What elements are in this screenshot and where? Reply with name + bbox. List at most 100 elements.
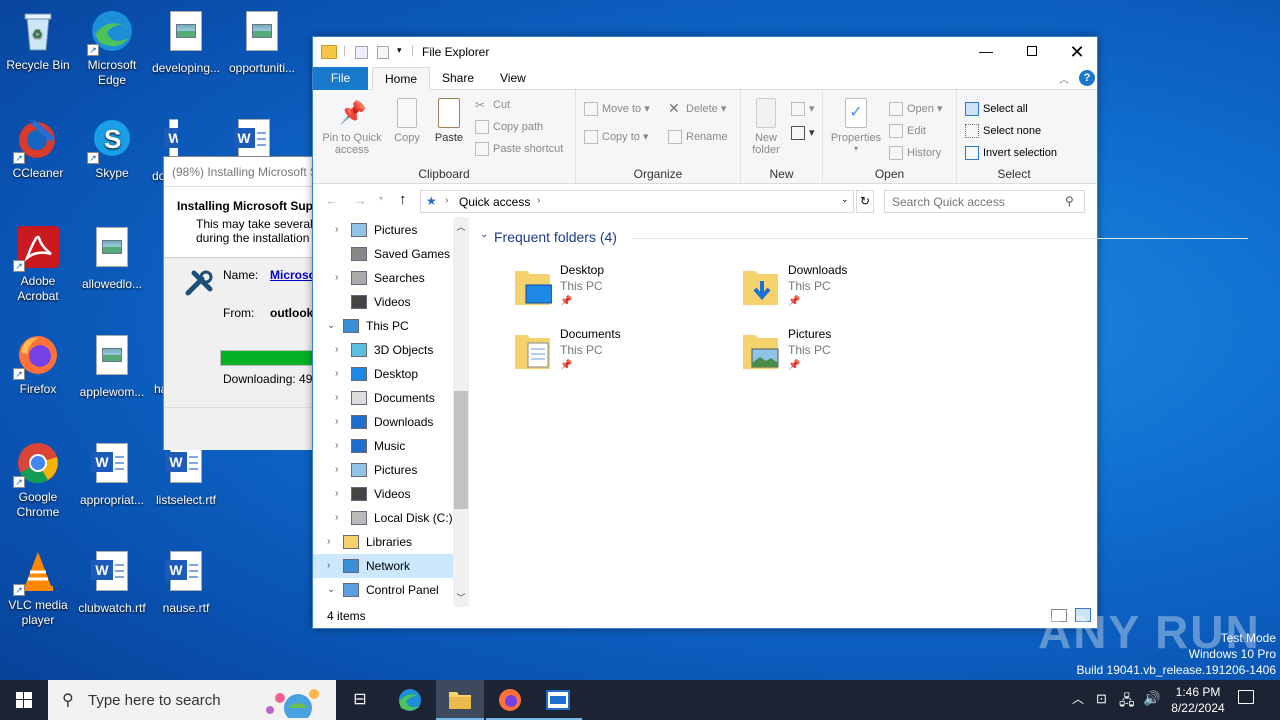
collapsed-chevron-icon[interactable]: › <box>335 386 338 410</box>
search-input[interactable] <box>892 192 1062 212</box>
nav-item-videos[interactable]: › Videos <box>313 482 453 506</box>
new-folder-qa-icon[interactable] <box>377 46 389 59</box>
nav-item-downloads[interactable]: › Downloads <box>313 410 453 434</box>
nav-item-pictures[interactable]: › Pictures <box>313 458 453 482</box>
copy-button[interactable]: Copy <box>391 98 423 144</box>
clock[interactable]: 1:46 PM 8/22/2024 <box>1160 684 1236 716</box>
back-button[interactable]: ← <box>325 192 339 208</box>
taskbar-search[interactable]: ⚲ Type here to search <box>48 680 336 720</box>
navigation-pane[interactable]: › Pictures Saved Games › Searches Videos ⌄ This… <box>313 217 473 607</box>
desktop-icon-ccleaner[interactable]: ↗ CCleaner <box>0 116 76 181</box>
installer-dialog[interactable]: (98%) Installing Microsoft Supp Installi… <box>163 156 330 450</box>
nav-item-libraries[interactable]: › Libraries <box>313 530 453 554</box>
desktop-icon-skype[interactable]: S ↗ Skype <box>74 116 150 181</box>
refresh-button[interactable]: ↻ <box>856 190 874 213</box>
notifications-icon[interactable] <box>1238 690 1254 704</box>
nav-item-videos[interactable]: Videos <box>313 290 453 314</box>
task-view-button[interactable]: ⊟ <box>336 680 384 720</box>
nav-scrollbar[interactable]: ︿ ﹀ <box>453 217 469 607</box>
title-bar[interactable]: | ▾ | File Explorer — ✕ <box>313 37 1097 67</box>
select-all-button[interactable]: Select all <box>965 102 1028 116</box>
expanded-chevron-icon[interactable]: ⌄ <box>327 314 335 338</box>
installer-name-link[interactable]: Microso <box>270 268 316 282</box>
section-collapse-icon[interactable]: ⌄ <box>480 229 488 240</box>
start-button[interactable] <box>0 680 48 720</box>
folder-item-documents[interactable]: Documents This PC 📌 <box>514 327 714 383</box>
nav-item-pictures[interactable]: › Pictures <box>313 218 453 242</box>
content-pane[interactable]: ⌄ Frequent folders (4) Desktop This PC 📌… <box>473 217 1248 607</box>
minimize-button[interactable]: — <box>963 37 1009 67</box>
collapsed-chevron-icon[interactable]: › <box>335 482 338 506</box>
easy-access-button[interactable]: ▾ <box>791 126 815 141</box>
taskbar-file-explorer[interactable] <box>436 680 484 720</box>
taskbar-edge[interactable] <box>386 680 434 720</box>
collapsed-chevron-icon[interactable]: › <box>335 362 338 386</box>
folder-item-desktop[interactable]: Desktop This PC 📌 <box>514 263 714 319</box>
collapsed-chevron-icon[interactable]: › <box>335 458 338 482</box>
desktop-icon-opportunities[interactable]: opportuniti... <box>224 8 300 76</box>
desktop-icon-nause[interactable]: W nause.rtf <box>148 548 224 616</box>
close-button[interactable]: ✕ <box>1055 37 1099 67</box>
move-to-button[interactable]: Move to ▾ <box>584 102 650 117</box>
nav-item-network[interactable]: › Network <box>313 554 453 578</box>
desktop-icon-applewom[interactable]: applewom... <box>74 332 150 400</box>
tab-file[interactable]: File <box>313 67 368 90</box>
forward-button[interactable]: → <box>353 192 367 208</box>
nav-item-control-panel[interactable]: ⌄ Control Panel <box>313 578 453 602</box>
tab-share[interactable]: Share <box>430 67 486 90</box>
collapsed-chevron-icon[interactable]: › <box>335 434 338 458</box>
tab-home[interactable]: Home <box>372 67 431 91</box>
desktop-icon-recycle-bin[interactable]: ♻ Recycle Bin <box>0 8 76 73</box>
open-button[interactable]: Open ▾ <box>889 102 943 117</box>
invert-selection-button[interactable]: Invert selection <box>965 146 1057 160</box>
desktop-icon-firefox[interactable]: ↗ Firefox <box>0 332 76 397</box>
select-none-button[interactable]: Select none <box>965 124 1041 138</box>
desktop-icon-clubwatch[interactable]: W clubwatch.rtf <box>74 548 150 616</box>
new-item-button[interactable]: ▾ <box>791 102 815 117</box>
network-icon[interactable]: 🖧 <box>1119 690 1135 714</box>
nav-item-documents[interactable]: › Documents <box>313 386 453 410</box>
desktop-icon-google-chrome[interactable]: ↗ Google Chrome <box>0 440 76 520</box>
scroll-up-arrow[interactable]: ︿ <box>453 220 469 233</box>
address-bar[interactable]: ★ › Quick access › ⌄ <box>420 190 854 213</box>
edit-button[interactable]: Edit <box>889 124 926 138</box>
help-icon[interactable]: ? <box>1079 70 1095 86</box>
desktop-icon-ha-partial[interactable]: ha <box>150 332 164 397</box>
desktop-icon-adobe-acrobat[interactable]: ↗ Adobe Acrobat <box>0 224 76 304</box>
desktop-icon-vlc[interactable]: ↗ VLC media player <box>0 548 76 628</box>
desktop-icon-developing[interactable]: developing... <box>148 8 224 76</box>
properties-button[interactable]: ✓ Properties ▾ <box>829 98 883 153</box>
maximize-button[interactable] <box>1009 37 1055 67</box>
collapsed-chevron-icon[interactable]: › <box>335 410 338 434</box>
pin-quick-access-button[interactable]: 📌 Pin to Quick access <box>319 98 385 156</box>
cut-button[interactable]: ✂ Cut <box>475 98 510 112</box>
search-box[interactable]: ⚲ <box>884 190 1085 213</box>
desktop-icon-edge[interactable]: ↗ Microsoft Edge <box>74 8 150 88</box>
taskbar-installer-app[interactable] <box>534 680 582 720</box>
scroll-thumb[interactable] <box>454 391 468 509</box>
expanded-chevron-icon[interactable]: ⌄ <box>327 578 335 602</box>
scroll-down-arrow[interactable]: ﹀ <box>453 591 469 604</box>
desktop-icon-appropriat[interactable]: W appropriat... <box>74 440 150 508</box>
volume-icon[interactable]: 🔊 <box>1143 690 1160 707</box>
tab-view[interactable]: View <box>488 67 538 90</box>
collapsed-chevron-icon[interactable]: › <box>327 530 330 554</box>
tray-app-icon[interactable]: ⊡ <box>1096 691 1107 707</box>
rename-button[interactable]: Rename <box>668 130 728 144</box>
paste-button[interactable]: Paste <box>431 98 467 144</box>
file-explorer-window[interactable]: | ▾ | File Explorer — ✕ File Home Share … <box>312 36 1248 629</box>
nav-item-local-disk-c[interactable]: › Local Disk (C:) <box>313 506 453 530</box>
new-folder-button[interactable]: New folder <box>749 98 783 156</box>
collapsed-chevron-icon[interactable]: › <box>335 218 338 242</box>
desktop-icon-allowedlo[interactable]: allowedlo... <box>74 224 150 292</box>
show-hidden-icons[interactable]: ︿ <box>1072 690 1084 707</box>
copy-path-button[interactable]: Copy path <box>475 120 543 134</box>
desktop-icon-listselect[interactable]: W listselect.rtf <box>148 440 224 508</box>
collapse-ribbon-icon[interactable]: ︿ <box>1059 71 1069 86</box>
collapsed-chevron-icon[interactable]: › <box>335 266 338 290</box>
paste-shortcut-button[interactable]: Paste shortcut <box>475 142 563 156</box>
nav-item-3d-objects[interactable]: › 3D Objects <box>313 338 453 362</box>
qa-dropdown-icon[interactable]: ▾ <box>397 45 402 56</box>
collapsed-chevron-icon[interactable]: › <box>335 506 338 530</box>
nav-item-music[interactable]: › Music <box>313 434 453 458</box>
